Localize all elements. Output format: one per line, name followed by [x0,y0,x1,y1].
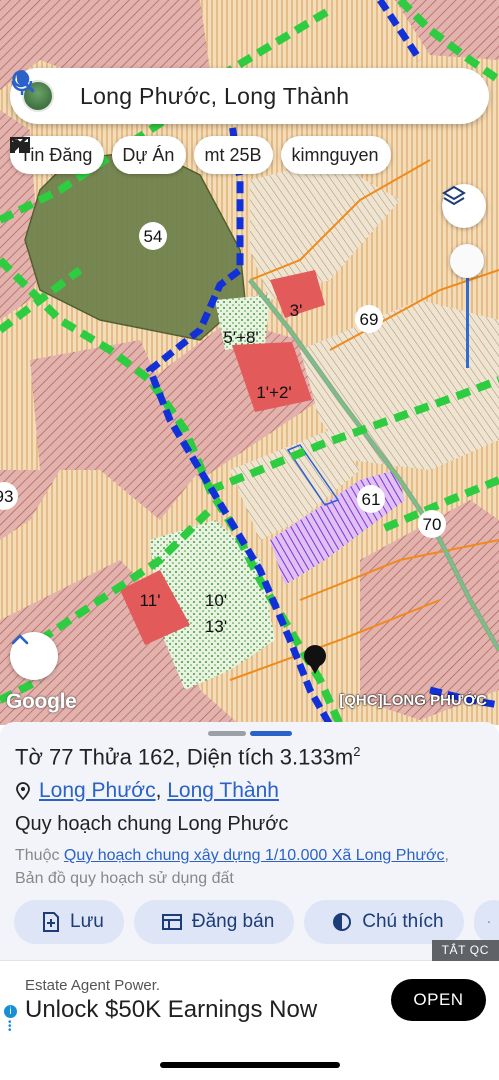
zone-label-69-text: 69 [360,310,379,329]
map-layer-tag: [QHC]LONG PHƯỚC [339,692,487,709]
location-pin-icon [16,782,30,800]
legend-label: Chú thích [362,911,444,932]
parcel-label-1-2: 1'+2' [256,383,291,402]
ad-dots-icon: • • • [8,1017,12,1036]
listing-icon [161,914,182,930]
ad-subtitle: Estate Agent Power. [25,977,161,994]
ward-link[interactable]: Long Phước [39,779,156,803]
search-icon[interactable] [12,70,433,114]
chip-kimnguyen[interactable]: kimnguyen [10,136,391,174]
chip-du-an[interactable]: Dự Án [11,136,187,174]
camera-icon [487,921,490,923]
list-for-sale-button[interactable]: Đăng bán [133,900,295,944]
ad-open-button[interactable]: OPEN [391,979,486,1021]
search-bar[interactable]: Long Phước, Long Thành [10,68,489,124]
parcel-label-3: 3' [290,301,303,320]
legend-button[interactable]: Chú thích [304,900,464,944]
zone-label-54-text: 54 [144,227,163,246]
planning-map[interactable]: 54 69 61 70 93 3' 5'+8' 1'+2' 11' 10' 13… [0,0,499,725]
chip-label: Tin Đăng [20,144,93,165]
chip-mt-25b[interactable]: mt 25B [10,136,274,174]
plan-name: Quy hoạch chung Long Phước [15,813,289,835]
layers-icon [442,185,466,206]
ad-title[interactable]: Unlock $50K Earnings Now [25,996,317,1024]
parcel-location: Long Phước, Long Thành [15,779,279,803]
parcel-label-5-8: 5'+8' [223,328,258,347]
title-prefix: Tờ 77 Thửa [15,744,138,770]
parcel-number: 162 [137,744,175,770]
save-button[interactable]: Lưu [14,900,124,944]
expand-button[interactable] [10,632,58,680]
parcel-label-13: 13' [205,617,227,636]
zone-label-61-text: 61 [362,490,381,509]
sheet-handle-left[interactable] [208,731,246,736]
action-buttons: Lưu Đăng bán Chú thích [14,900,499,944]
plan-link[interactable]: Quy hoạch chung xây dựng 1/10.000 Xã Lon… [64,847,445,864]
save-icon [43,912,59,932]
home-indicator [160,1062,340,1068]
tools-icon [10,136,28,154]
chip-label: Dự Án [122,144,175,165]
parcel-title: Tờ 77 Thửa 162, Diện tích 3.133m2 [15,744,360,770]
chip-label: kimnguyen [291,144,379,165]
list-for-sale-label: Đăng bán [191,911,275,932]
save-label: Lưu [70,911,104,932]
zone-label-70-text: 70 [423,515,442,534]
parcel-info-sheet: Tờ 77 Thửa 162, Diện tích 3.133m2 Long P… [0,722,499,960]
legend-icon [333,913,352,931]
district-link[interactable]: Long Thành [167,779,279,803]
close-ad-button[interactable]: TẮT QC [431,940,499,961]
area-text: , Diện tích 3.133m [174,744,354,770]
zone-label-93-text: 93 [0,487,13,506]
location-separator: , [155,779,168,802]
layers-button[interactable] [442,184,486,228]
sheet-handle-right[interactable] [250,731,292,736]
ad-banner[interactable]: TẮT QC i • • • Estate Agent Power. Unlock … [0,940,499,1039]
parcel-label-11: 11' [140,591,161,610]
chip-label: mt 25B [204,144,262,165]
area-unit-sup: 2 [353,744,361,759]
plan-note: Thuộc Quy hoạch chung xây dựng 1/10.000 … [15,844,455,890]
microphone-icon[interactable] [11,70,475,114]
camera-button[interactable] [473,900,499,944]
filter-chips: Tin Đăng Dự Án mt 25B kimnguyen [10,136,391,174]
chevron-up-icon [11,634,29,645]
search-query[interactable]: Long Phước, Long Thành [80,83,397,110]
parcel-label-10: 10' [205,591,227,610]
note-prefix: Thuộc [15,847,64,864]
opacity-slider-thumb[interactable] [450,244,484,278]
google-watermark: Google [6,690,77,713]
